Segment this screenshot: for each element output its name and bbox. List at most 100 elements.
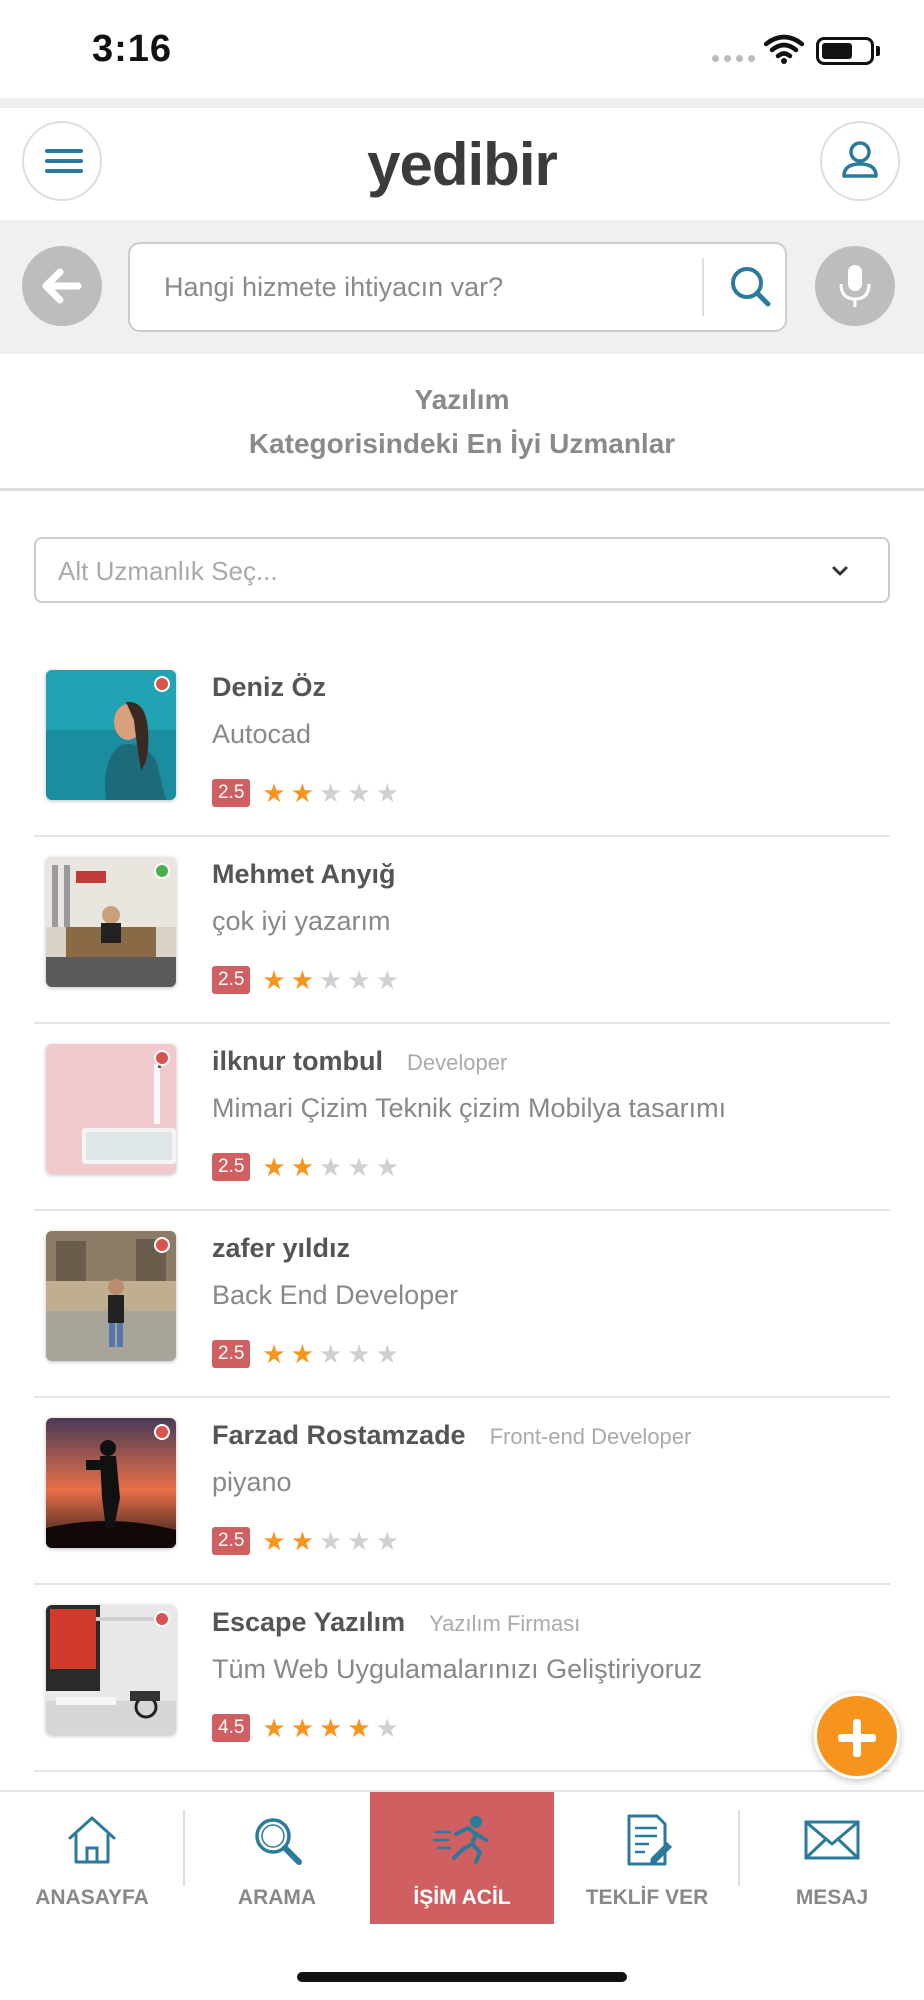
expert-description: Mimari Çizim Teknik çizim Mobilya tasarı… [212, 1093, 727, 1123]
expert-description: Autocad [212, 719, 312, 749]
profile-button[interactable] [820, 121, 900, 201]
nav-label: MESAJ [795, 1886, 869, 1909]
star-icon: ★ [262, 1152, 286, 1182]
add-button[interactable] [814, 1693, 900, 1779]
search-icon [255, 1818, 302, 1865]
expert-list: Deniz Öz Autocad 2.5 ★ ★ ★ ★ ★ Mehmet An… [34, 650, 890, 1772]
divider [0, 488, 924, 491]
star-icon: ★ [375, 1152, 399, 1182]
star-rating: ★ ★ ★ ★ ★ [262, 1715, 399, 1741]
page-title: Yazılım Kategorisindeki En İyi Uzmanlar [0, 378, 924, 466]
battery-icon [816, 37, 874, 65]
category-name: Yazılım [414, 384, 510, 415]
nav-label: ANASAYFA [35, 1886, 149, 1909]
search-input[interactable] [130, 244, 700, 330]
star-icon: ★ [347, 1152, 371, 1182]
status-bar: 3:16 [0, 0, 924, 98]
star-rating: ★ ★ ★ ★ ★ [262, 1528, 399, 1554]
expert-list-item[interactable]: Deniz Öz Autocad 2.5 ★ ★ ★ ★ ★ [34, 650, 890, 837]
star-icon: ★ [319, 1152, 343, 1182]
nav-item-urgent[interactable]: İŞİM ACİL [370, 1792, 554, 1924]
star-icon: ★ [347, 1526, 371, 1556]
status-indicator [154, 1424, 170, 1440]
star-icon: ★ [319, 965, 343, 995]
expert-name: ilknur tombul [212, 1046, 383, 1076]
expert-name: Escape Yazılım [212, 1607, 406, 1637]
star-icon: ★ [375, 965, 399, 995]
star-icon: ★ [375, 1713, 399, 1743]
category-subtitle: Kategorisindeki En İyi Uzmanlar [248, 428, 676, 459]
expert-list-item[interactable]: Escape Yazılım Yazılım Firması Tüm Web Uy… [34, 1585, 890, 1772]
cellular-signal-icon [712, 55, 755, 62]
expert-list-item[interactable]: Farzad Rostamzade Front-end Developer piy… [34, 1398, 890, 1585]
rating: 2.5 ★ ★ ★ ★ ★ [212, 966, 399, 994]
search-button[interactable] [718, 254, 784, 320]
star-icon: ★ [262, 778, 286, 808]
nav-item-messages[interactable]: MESAJ [740, 1792, 924, 1924]
star-icon: ★ [347, 1339, 371, 1369]
star-icon: ★ [290, 1526, 315, 1556]
bottom-nav: ANASAYFA ARAMA İŞİM ACİL TEKLİF VER MESA… [0, 1790, 924, 1924]
expert-name: Farzad Rostamzade [212, 1420, 466, 1450]
expert-list-item[interactable]: zafer yıldız Back End Developer 2.5 ★ ★ ★ ★… [34, 1211, 890, 1398]
voice-search-button[interactable] [815, 246, 895, 326]
expert-description: Back End Developer [212, 1280, 459, 1310]
star-icon: ★ [262, 1339, 286, 1369]
nav-item-search[interactable]: ARAMA [185, 1792, 369, 1924]
nav-label: TEKLİF VER [585, 1886, 709, 1909]
document-edit-icon [627, 1814, 672, 1866]
rating-badge: 2.5 [212, 1340, 251, 1368]
microphone-icon [839, 265, 871, 307]
star-icon: ★ [375, 1339, 399, 1369]
expert-name: Deniz Öz [212, 672, 327, 702]
star-icon: ★ [375, 1526, 399, 1556]
star-icon: ★ [347, 1713, 371, 1743]
star-icon: ★ [262, 965, 286, 995]
search-icon [731, 267, 771, 307]
rating: 2.5 ★ ★ ★ ★ ★ [212, 1153, 399, 1181]
chevron-down-icon [832, 566, 848, 576]
expert-description: piyano [212, 1467, 292, 1497]
rating-badge: 2.5 [212, 1153, 251, 1181]
select-placeholder: Alt Uzmanlık Seç... [58, 556, 278, 586]
status-indicator [154, 1237, 170, 1253]
running-man-icon [432, 1816, 488, 1864]
expert-list-item[interactable]: Mehmet Anyığ çok iyi yazarım 2.5 ★ ★ ★ ★ ★ [34, 837, 890, 1024]
app-logo: yedibir [367, 131, 558, 198]
expert-list-item[interactable]: ilknur tombul Developer Mimari Çizim Tekn… [34, 1024, 890, 1211]
divider [0, 98, 924, 108]
star-rating: ★ ★ ★ ★ ★ [262, 967, 399, 993]
star-rating: ★ ★ ★ ★ ★ [262, 780, 399, 806]
rating-badge: 2.5 [212, 779, 251, 807]
star-icon: ★ [290, 1339, 315, 1369]
status-indicator [154, 1050, 170, 1066]
divider [702, 258, 704, 316]
back-button[interactable] [22, 246, 102, 326]
nav-item-home[interactable]: ANASAYFA [0, 1792, 184, 1924]
user-icon [842, 141, 878, 178]
expert-description: Tüm Web Uygulamalarınızı Geliştiriyoruz [212, 1654, 703, 1684]
expert-name: zafer yıldız [212, 1233, 351, 1263]
rating-badge: 2.5 [212, 1527, 251, 1555]
status-indicator [154, 1611, 170, 1627]
star-rating: ★ ★ ★ ★ ★ [262, 1341, 399, 1367]
sub-specialty-select[interactable]: Alt Uzmanlık Seç... [34, 537, 890, 603]
star-icon: ★ [262, 1713, 286, 1743]
rating-badge: 2.5 [212, 966, 251, 994]
status-indicator [154, 676, 170, 692]
star-rating: ★ ★ ★ ★ ★ [262, 1154, 399, 1180]
star-icon: ★ [347, 778, 371, 808]
search-box [128, 242, 787, 332]
nav-item-offer[interactable]: TEKLİF VER [555, 1792, 739, 1924]
rating-badge: 4.5 [212, 1714, 251, 1742]
arrow-left-icon [42, 268, 82, 304]
expert-title: Developer [407, 1050, 508, 1075]
star-icon: ★ [290, 778, 315, 808]
expert-name: Mehmet Anyığ [212, 859, 396, 889]
search-bar-area [0, 220, 924, 354]
rating: 4.5 ★ ★ ★ ★ ★ [212, 1714, 399, 1742]
app-header: yedibir [0, 108, 924, 220]
status-time: 3:16 [92, 28, 173, 70]
home-indicator [297, 1972, 627, 1982]
star-icon: ★ [290, 965, 315, 995]
